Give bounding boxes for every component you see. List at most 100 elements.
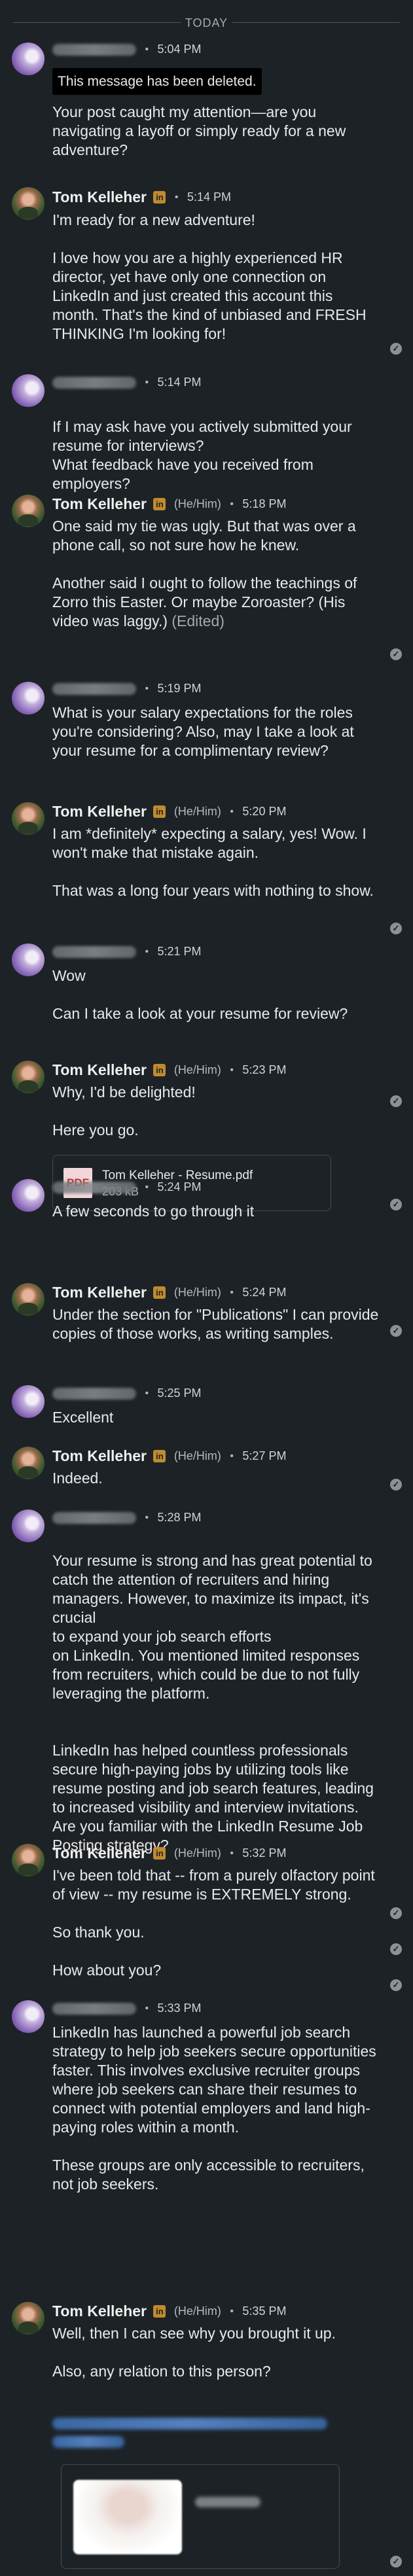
- avatar-sender-blurred[interactable]: [12, 1509, 45, 1542]
- message-header: • 5:14 PM: [52, 376, 202, 397]
- avatar-sender-blurred[interactable]: [12, 43, 45, 75]
- divider-label: TODAY: [185, 16, 228, 29]
- read-receipt-icon: ✓: [390, 648, 402, 660]
- sender-name[interactable]: Tom Kelleher: [52, 188, 147, 205]
- message-body: I am *definitely* expecting a salary, ye…: [52, 824, 380, 900]
- sender-name[interactable]: Tom Kelleher: [52, 1447, 147, 1464]
- read-receipt-icon: ✓: [390, 1943, 402, 1955]
- sender-name[interactable]: Tom Kelleher: [52, 803, 147, 820]
- timestamp: 5:24 PM: [242, 1286, 287, 1299]
- sender-name[interactable]: Tom Kelleher: [52, 1061, 147, 1078]
- message-5: Tom Kelleher in (He/Him) • 5:20 PM I am …: [0, 795, 413, 945]
- sender-name-blurred[interactable]: [52, 2002, 136, 2015]
- avatar-tom-kelleher[interactable]: [12, 1844, 45, 1877]
- sender-name-blurred[interactable]: [52, 1181, 136, 1193]
- avatar-sender-blurred[interactable]: [12, 944, 45, 976]
- sender-name[interactable]: Tom Kelleher: [52, 1844, 147, 1861]
- avatar-tom-kelleher[interactable]: [12, 187, 45, 220]
- pronouns: (He/Him): [173, 2304, 221, 2318]
- message-paragraph: LinkedIn has launched a powerful job sea…: [52, 2024, 376, 2136]
- message-paragraph: I'm ready for a new adventure!: [52, 211, 255, 228]
- pronouns: (He/Him): [173, 1449, 221, 1462]
- message-body: This message has been deleted. Your post…: [52, 68, 380, 160]
- sender-name[interactable]: Tom Kelleher: [52, 2303, 147, 2320]
- profile-name-blurred: [195, 2497, 260, 2507]
- timestamp: 5:24 PM: [157, 1180, 202, 1193]
- read-receipt-icon: ✓: [390, 1325, 402, 1337]
- linkedin-premium-badge-icon: in: [153, 805, 166, 818]
- timestamp: 5:21 PM: [157, 945, 202, 958]
- message-paragraph: Well, then I can see why you brought it …: [52, 2325, 336, 2342]
- message-2: • 5:14 PM If I may ask have you actively…: [0, 366, 413, 492]
- sender-name-blurred[interactable]: [52, 1387, 136, 1400]
- message-body: Your resume is strong and has great pote…: [52, 1532, 380, 1874]
- message-body: I'm ready for a new adventure! I love ho…: [52, 211, 380, 344]
- avatar-sender-blurred[interactable]: [12, 2000, 45, 2033]
- timestamp: 5:14 PM: [187, 190, 232, 203]
- message-header: • 5:25 PM: [52, 1386, 202, 1407]
- message-body: Indeed.: [52, 1469, 380, 1488]
- timestamp: 5:28 PM: [157, 1511, 202, 1524]
- message-header: Tom Kelleher in (He/Him) • 5:35 PM: [52, 2303, 287, 2320]
- message-body: LinkedIn has launched a powerful job sea…: [52, 2023, 380, 2194]
- message-header: • 5:19 PM: [52, 682, 202, 703]
- linkedin-premium-badge-icon: in: [153, 1286, 166, 1299]
- avatar-tom-kelleher[interactable]: [12, 802, 45, 835]
- sender-name[interactable]: Tom Kelleher: [52, 495, 147, 512]
- timestamp: 5:20 PM: [242, 805, 287, 818]
- read-receipt-icon: ✓: [390, 1095, 402, 1107]
- edited-label: (Edited): [171, 612, 224, 629]
- deleted-notice: This message has been deleted.: [52, 68, 262, 95]
- message-0: • 5:04 PM This message has been deleted.…: [0, 36, 413, 158]
- message-body: Under the section for "Publications" I c…: [52, 1305, 380, 1343]
- timestamp: 5:33 PM: [157, 2002, 202, 2015]
- avatar-tom-kelleher[interactable]: [12, 1447, 45, 1479]
- sender-name-blurred[interactable]: [52, 1511, 136, 1524]
- avatar-sender-blurred[interactable]: [12, 682, 45, 715]
- blurred-profile-link-continued[interactable]: [52, 2436, 124, 2448]
- avatar-sender-blurred[interactable]: [12, 1179, 45, 1212]
- timestamp: 5:35 PM: [242, 2304, 287, 2318]
- message-paragraph: Your resume is strong and has great pote…: [52, 1552, 372, 1702]
- avatar-tom-kelleher[interactable]: [12, 495, 45, 527]
- avatar-sender-blurred[interactable]: [12, 1385, 45, 1418]
- sender-name[interactable]: Tom Kelleher: [52, 1284, 147, 1301]
- read-receipt-icon: ✓: [390, 2556, 402, 2567]
- message-paragraph: Excellent: [52, 1409, 114, 1426]
- message-9: Tom Kelleher in (He/Him) • 5:24 PM Under…: [0, 1276, 413, 1387]
- message-header: • 5:21 PM: [52, 945, 202, 966]
- message-paragraph: I've been told that -- from a purely olf…: [52, 1867, 375, 1903]
- divider-line-right: [232, 22, 400, 23]
- message-paragraph: What is your salary expectations for the…: [52, 704, 354, 759]
- message-11: Tom Kelleher in (He/Him) • 5:27 PM Indee…: [0, 1439, 413, 1505]
- avatar-tom-kelleher[interactable]: [12, 1283, 45, 1316]
- message-10: • 5:25 PM Excellent: [0, 1377, 413, 1443]
- pronouns: (He/Him): [173, 497, 221, 510]
- message-paragraph: One said my tie was ugly. But that was o…: [52, 518, 356, 554]
- message-paragraph: Under the section for "Publications" I c…: [52, 1306, 379, 1342]
- message-paragraph: These groups are only accessible to recr…: [52, 2157, 365, 2193]
- blurred-profile-link[interactable]: [52, 2418, 327, 2429]
- avatar-tom-kelleher[interactable]: [12, 1061, 45, 1093]
- sender-name-blurred[interactable]: [52, 945, 136, 958]
- read-receipt-icon: ✓: [390, 343, 402, 355]
- profile-link-preview-card[interactable]: [61, 2464, 340, 2569]
- message-3: Tom Kelleher in (He/Him) • 5:18 PM One s…: [0, 487, 413, 677]
- sender-name-blurred[interactable]: [52, 376, 136, 389]
- avatar-sender-blurred[interactable]: [12, 374, 45, 407]
- message-header: • 5:04 PM: [52, 43, 202, 63]
- message-body: Well, then I can see why you brought it …: [52, 2324, 380, 2381]
- sender-name-blurred[interactable]: [52, 682, 136, 695]
- avatar-tom-kelleher[interactable]: [12, 2302, 45, 2335]
- message-header: Tom Kelleher in (He/Him) • 5:27 PM: [52, 1447, 287, 1464]
- message-body: Wow Can I take a look at your resume for…: [52, 966, 380, 1023]
- sender-name-blurred[interactable]: [52, 43, 136, 56]
- message-body: One said my tie was ugly. But that was o…: [52, 517, 380, 631]
- message-12: • 5:28 PM Your resume is strong and has …: [0, 1502, 413, 1854]
- message-header: Tom Kelleher in (He/Him) • 5:24 PM: [52, 1284, 287, 1301]
- message-6: • 5:21 PM Wow Can I take a look at your …: [0, 936, 413, 1053]
- message-body: A few seconds to go through it: [52, 1202, 380, 1221]
- message-body: What is your salary expectations for the…: [52, 703, 380, 760]
- message-paragraph: I love how you are a highly experienced …: [52, 249, 367, 342]
- message-paragraph: Indeed.: [52, 1470, 103, 1487]
